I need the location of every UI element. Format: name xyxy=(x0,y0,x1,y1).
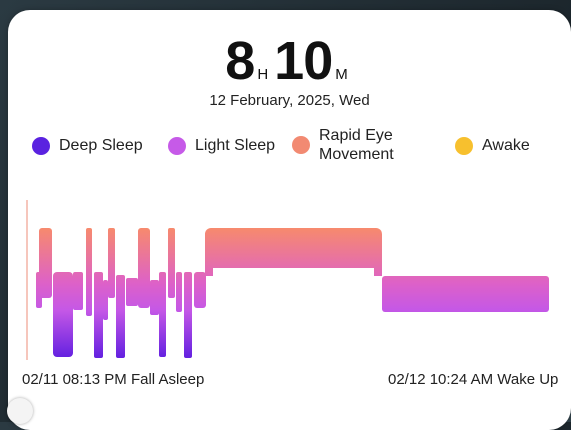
light-sleep-segment xyxy=(36,272,42,308)
deep-sleep-segment xyxy=(159,272,166,357)
rem-segment xyxy=(86,228,92,316)
hypnogram-segments xyxy=(36,228,549,358)
rem-connector xyxy=(374,260,382,276)
deep-sleep-segment xyxy=(94,272,103,358)
rem-connector xyxy=(205,260,213,276)
rem-segment xyxy=(138,228,150,308)
sleep-summary-card: 8 H 10 M 12 February, 2025, Wed Deep Sleep … xyxy=(8,10,571,430)
rem-segment xyxy=(168,228,175,298)
deep-sleep-segment xyxy=(184,272,192,358)
rem-segment xyxy=(205,228,382,268)
scroll-handle[interactable] xyxy=(7,398,33,424)
rem-segment xyxy=(108,228,115,298)
light-sleep-segment xyxy=(150,280,159,315)
deep-sleep-segment xyxy=(53,272,73,357)
light-sleep-segment xyxy=(194,272,206,308)
light-sleep-segment xyxy=(126,278,138,306)
sleep-hypnogram-chart xyxy=(26,200,549,360)
wake-up-time: 02/12 10:24 AM Wake Up xyxy=(388,371,559,388)
fall-asleep-time: 02/11 08:13 PM Fall Asleep xyxy=(22,371,205,388)
deep-sleep-segment xyxy=(116,275,125,358)
light-sleep-segment xyxy=(382,276,549,312)
light-sleep-segment xyxy=(73,272,83,310)
light-sleep-segment xyxy=(176,272,182,312)
light-sleep-segment xyxy=(103,280,108,320)
